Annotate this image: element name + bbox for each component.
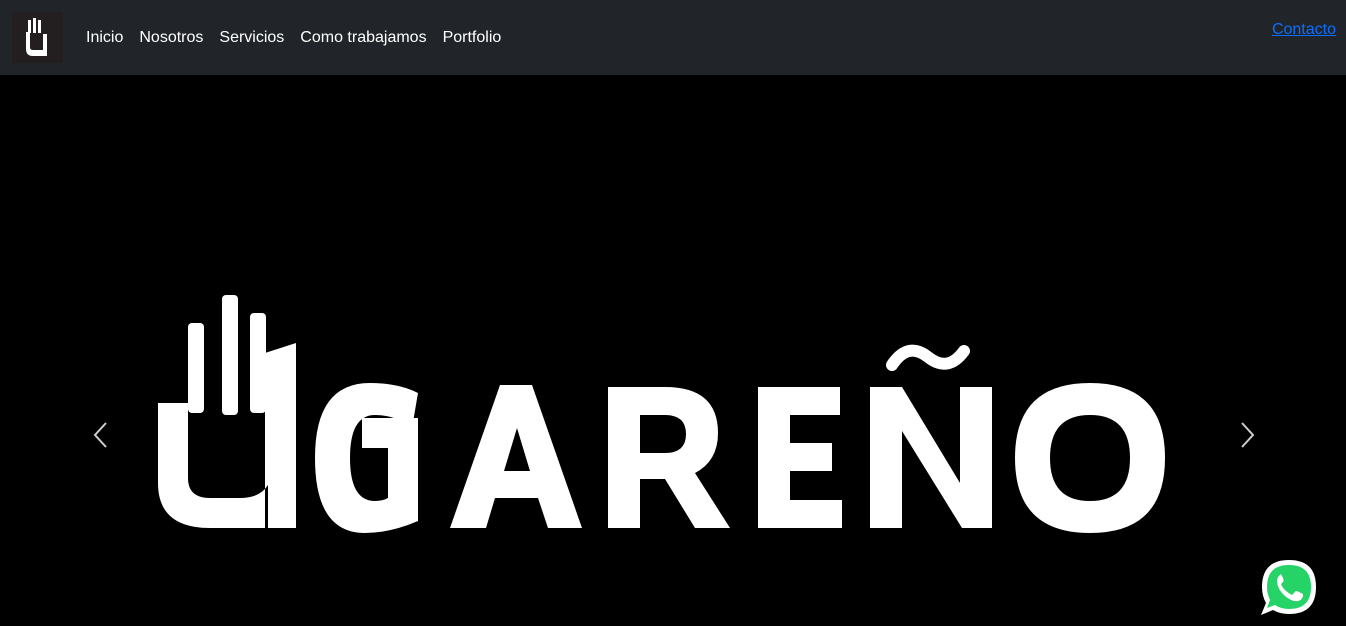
carousel-next-button[interactable] [1232,420,1262,450]
ugareno-hand-logo-icon [26,18,47,56]
brand-logo-link[interactable] [12,12,63,63]
contact-link[interactable]: Contacto [1272,20,1336,40]
nav-link-como-trabajamos[interactable]: Como trabajamos [300,28,426,48]
nav-link-inicio[interactable]: Inicio [86,28,123,48]
nav-link-servicios[interactable]: Servicios [219,28,284,48]
whatsapp-button[interactable] [1258,557,1320,619]
nav-links: Inicio Nosotros Servicios Como trabajamo… [86,28,501,48]
hero-carousel [0,75,1346,626]
top-navbar: Inicio Nosotros Servicios Como trabajamo… [0,0,1346,75]
chevron-left-icon [93,422,107,448]
whatsapp-icon [1261,560,1316,615]
nav-link-portfolio[interactable]: Portfolio [443,28,502,48]
chevron-right-icon [1241,422,1255,448]
carousel-prev-button[interactable] [86,420,116,450]
ugareno-wordmark-logo [158,295,1165,533]
nav-link-nosotros[interactable]: Nosotros [139,28,203,48]
